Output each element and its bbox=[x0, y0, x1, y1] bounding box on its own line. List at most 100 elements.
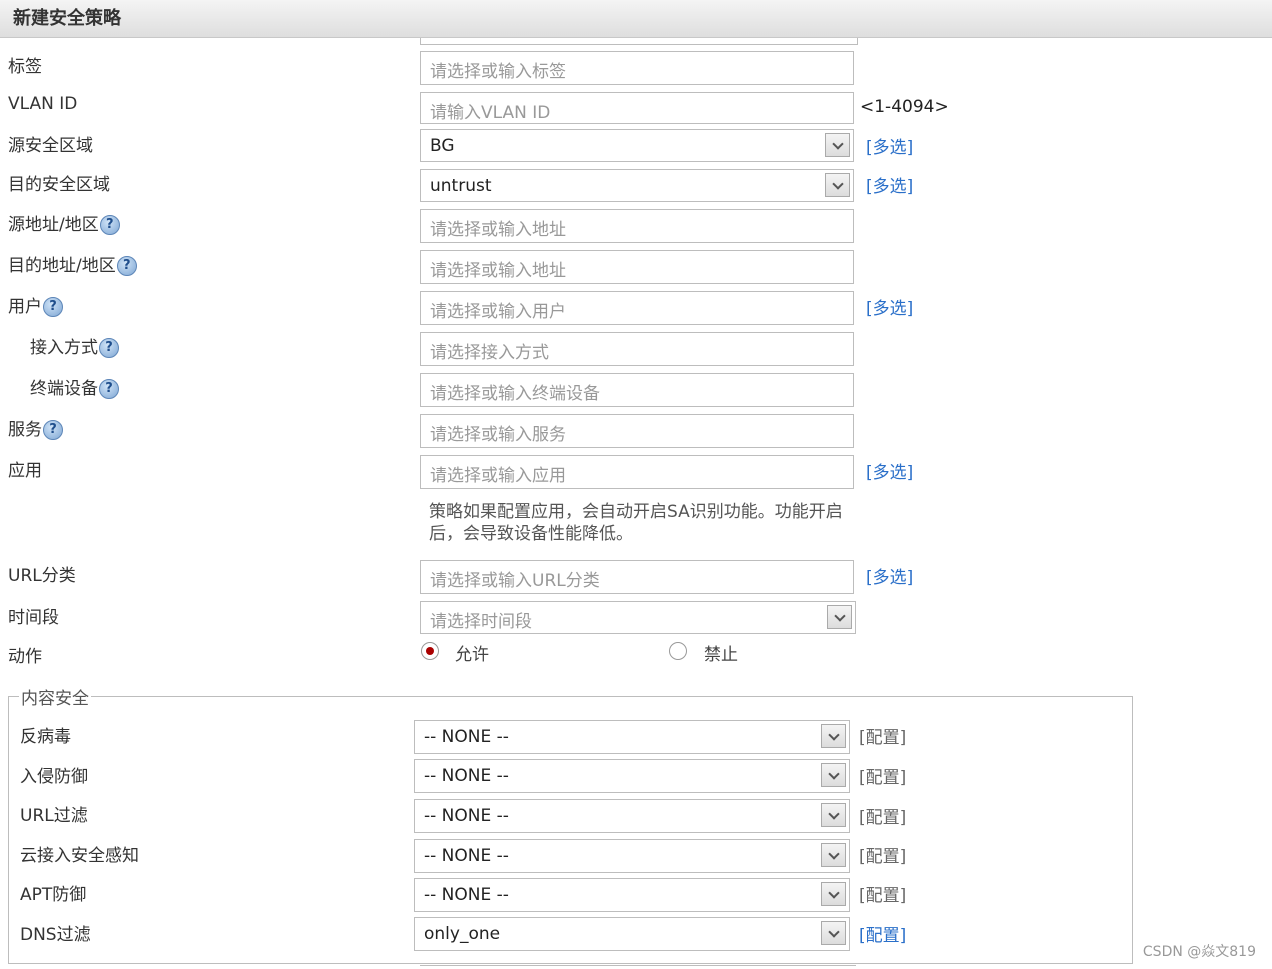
src-addr-label-text: 源地址/地区 bbox=[8, 215, 99, 235]
dst-zone-label: 目的安全区域 bbox=[8, 175, 110, 195]
help-icon[interactable]: ? bbox=[99, 215, 120, 235]
user-input[interactable]: 请选择或输入用户 bbox=[420, 291, 854, 325]
user-label: 用户? bbox=[8, 292, 63, 317]
terminal-placeholder: 请选择或输入终端设备 bbox=[430, 384, 600, 404]
app-placeholder: 请选择或输入应用 bbox=[430, 466, 566, 486]
access-label-text: 接入方式 bbox=[30, 338, 98, 358]
access-placeholder: 请选择接入方式 bbox=[430, 343, 549, 363]
action-deny-radio[interactable] bbox=[669, 642, 687, 660]
chevron-down-icon[interactable] bbox=[821, 843, 846, 867]
url-filter-select[interactable]: -- NONE -- bbox=[414, 799, 850, 833]
cloud-access-value: -- NONE -- bbox=[424, 846, 509, 866]
chevron-down-icon[interactable] bbox=[821, 724, 846, 748]
app-multi-link[interactable]: [多选] bbox=[866, 458, 913, 483]
dns-filter-value: only_one bbox=[424, 924, 501, 944]
access-input[interactable]: 请选择接入方式 bbox=[420, 332, 854, 366]
tag-placeholder: 请选择或输入标签 bbox=[430, 62, 566, 82]
user-multi-link[interactable]: [多选] bbox=[866, 294, 913, 319]
apt-select[interactable]: -- NONE -- bbox=[414, 878, 850, 912]
ips-config-link[interactable]: [配置] bbox=[859, 763, 906, 788]
chevron-down-icon[interactable] bbox=[825, 133, 850, 157]
action-allow-radio[interactable] bbox=[421, 642, 439, 660]
app-note-line-1: 策略如果配置应用，会自动开启SA识别功能。功能开启 bbox=[429, 502, 843, 522]
service-placeholder: 请选择或输入服务 bbox=[430, 425, 566, 445]
dst-zone-select[interactable]: untrust bbox=[420, 169, 854, 202]
chevron-down-icon[interactable] bbox=[825, 173, 850, 197]
src-zone-value: BG bbox=[430, 136, 455, 156]
content-security-legend: 内容安全 bbox=[21, 689, 89, 709]
url-category-multi-link[interactable]: [多选] bbox=[866, 563, 913, 588]
ips-value: -- NONE -- bbox=[424, 766, 509, 786]
dst-zone-multi-link[interactable]: [多选] bbox=[866, 172, 913, 197]
dns-filter-config-link[interactable]: [配置] bbox=[859, 921, 906, 946]
ips-label: 入侵防御 bbox=[20, 767, 88, 787]
cloud-access-select[interactable]: -- NONE -- bbox=[414, 839, 850, 873]
action-deny-label[interactable]: 禁止 bbox=[704, 640, 738, 665]
ips-select[interactable]: -- NONE -- bbox=[414, 759, 850, 793]
antivirus-label: 反病毒 bbox=[20, 727, 71, 747]
vlan-range-hint: <1-4094> bbox=[860, 97, 949, 117]
app-input[interactable]: 请选择或输入应用 bbox=[420, 455, 854, 489]
tag-label: 标签 bbox=[8, 57, 42, 77]
time-placeholder: 请选择时间段 bbox=[430, 612, 532, 632]
url-filter-label: URL过滤 bbox=[20, 806, 88, 826]
antivirus-select[interactable]: -- NONE -- bbox=[414, 720, 850, 754]
tag-input[interactable]: 请选择或输入标签 bbox=[420, 51, 854, 85]
clipped-field-above bbox=[420, 38, 858, 45]
user-placeholder: 请选择或输入用户 bbox=[430, 302, 566, 322]
terminal-label-text: 终端设备 bbox=[30, 379, 98, 399]
app-note: 策略如果配置应用，会自动开启SA识别功能。功能开启 后，会导致设备性能降低。 bbox=[429, 501, 869, 545]
chevron-down-icon[interactable] bbox=[827, 605, 852, 629]
cloud-access-config-link[interactable]: [配置] bbox=[859, 842, 906, 867]
src-addr-input[interactable]: 请选择或输入地址 bbox=[420, 209, 854, 243]
help-icon[interactable]: ? bbox=[116, 256, 137, 276]
url-filter-config-link[interactable]: [配置] bbox=[859, 803, 906, 828]
dst-addr-label: 目的地址/地区? bbox=[8, 251, 137, 276]
dialog-title: 新建安全策略 bbox=[13, 8, 121, 29]
access-label: 接入方式? bbox=[30, 333, 119, 358]
src-addr-placeholder: 请选择或输入地址 bbox=[430, 220, 566, 240]
url-category-input[interactable]: 请选择或输入URL分类 bbox=[420, 560, 854, 594]
help-icon[interactable]: ? bbox=[43, 297, 63, 317]
url-category-label: URL分类 bbox=[8, 566, 76, 586]
chevron-down-icon[interactable] bbox=[821, 803, 846, 827]
apt-config-link[interactable]: [配置] bbox=[859, 881, 906, 906]
dialog-titlebar: 新建安全策略 bbox=[0, 0, 1272, 38]
src-zone-multi-link[interactable]: [多选] bbox=[866, 133, 913, 158]
user-label-text: 用户 bbox=[8, 297, 42, 317]
app-note-line-2: 后，会导致设备性能降低。 bbox=[429, 524, 633, 544]
help-icon[interactable]: ? bbox=[99, 379, 119, 399]
dns-filter-select[interactable]: only_one bbox=[414, 917, 850, 951]
url-filter-value: -- NONE -- bbox=[424, 806, 509, 826]
action-label: 动作 bbox=[8, 647, 42, 667]
watermark: CSDN @焱文819 bbox=[1142, 944, 1256, 960]
dst-zone-value: untrust bbox=[430, 176, 492, 196]
dst-addr-placeholder: 请选择或输入地址 bbox=[430, 261, 566, 281]
antivirus-config-link[interactable]: [配置] bbox=[859, 723, 906, 748]
src-zone-select[interactable]: BG bbox=[420, 129, 854, 162]
time-label: 时间段 bbox=[8, 608, 59, 628]
time-select[interactable]: 请选择时间段 bbox=[420, 601, 856, 634]
cloud-access-label: 云接入安全感知 bbox=[20, 846, 139, 866]
action-allow-label[interactable]: 允许 bbox=[455, 640, 489, 665]
dst-addr-label-text: 目的地址/地区 bbox=[8, 256, 116, 276]
vlan-placeholder: 请输入VLAN ID bbox=[430, 103, 551, 123]
dns-filter-label: DNS过滤 bbox=[20, 925, 91, 945]
terminal-input[interactable]: 请选择或输入终端设备 bbox=[420, 373, 854, 407]
chevron-down-icon[interactable] bbox=[821, 921, 846, 945]
src-zone-label: 源安全区域 bbox=[8, 136, 93, 156]
service-input[interactable]: 请选择或输入服务 bbox=[420, 414, 854, 448]
apt-value: -- NONE -- bbox=[424, 885, 509, 905]
dst-addr-input[interactable]: 请选择或输入地址 bbox=[420, 250, 854, 284]
help-icon[interactable]: ? bbox=[43, 420, 63, 440]
service-label: 服务? bbox=[8, 415, 63, 440]
url-category-placeholder: 请选择或输入URL分类 bbox=[430, 571, 600, 591]
chevron-down-icon[interactable] bbox=[821, 882, 846, 906]
app-label: 应用 bbox=[8, 461, 42, 481]
service-label-text: 服务 bbox=[8, 420, 42, 440]
src-addr-label: 源地址/地区? bbox=[8, 210, 120, 235]
vlan-input[interactable]: 请输入VLAN ID bbox=[420, 92, 854, 124]
chevron-down-icon[interactable] bbox=[821, 763, 846, 787]
help-icon[interactable]: ? bbox=[99, 338, 119, 358]
apt-label: APT防御 bbox=[20, 885, 87, 905]
